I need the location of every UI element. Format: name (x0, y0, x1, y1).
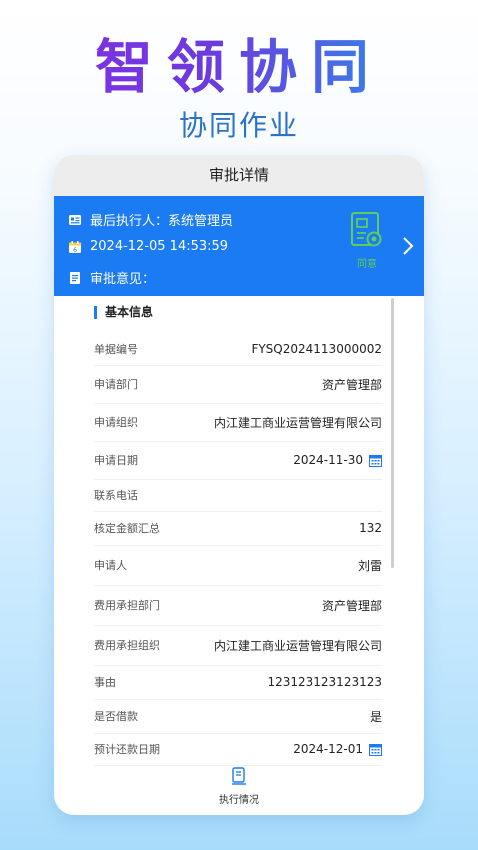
field-row-amount: 核定金额汇总 132 (94, 511, 382, 546)
field-row-reason: 事由 123123123123123 (94, 665, 382, 700)
chevron-right-icon[interactable] (402, 236, 414, 256)
calendar-icon: 6 (69, 240, 81, 254)
field-label: 事由 (94, 676, 116, 689)
datetime-row: 6 2024-12-05 14:53:59 (68, 239, 228, 254)
svg-text:6: 6 (73, 247, 77, 254)
field-row-cost-dept: 费用承担部门 资产管理部 (94, 585, 382, 626)
id-card-icon (69, 214, 81, 225)
card-header-title: 审批详情 (54, 155, 424, 196)
field-value: 123123123123123 (267, 675, 382, 689)
field-label: 申请组织 (94, 416, 138, 429)
field-value: 内江建工商业运营管理有限公司 (213, 415, 382, 430)
opinion-text: 审批意见： (90, 272, 156, 287)
datetime-text: 2024-12-05 14:53:59 (90, 239, 229, 254)
calendar-icon[interactable] (369, 454, 382, 467)
field-label: 费用承担组织 (94, 639, 160, 652)
field-value: 2024-12-01 (293, 742, 363, 756)
field-row-doc-number: 单据编号 FYSQ2024113000002 (94, 333, 382, 366)
opinion-row: 审批意见： (68, 268, 155, 287)
basic-info-section: 基本信息 单据编号 FYSQ2024113000002 申请部门 资产管理部 申… (54, 296, 424, 766)
field-value: 132 (359, 521, 382, 535)
field-value: 内江建工商业运营管理有限公司 (213, 638, 382, 653)
field-value: 资产管理部 (321, 377, 382, 392)
executor-text: 最后执行人：系统管理员 (90, 214, 234, 229)
field-row-applicant: 申请人 刘雷 (94, 545, 382, 586)
field-row-cost-org: 费用承担组织 内江建工商业运营管理有限公司 (94, 625, 382, 666)
field-row-repay-date[interactable]: 预计还款日期 2024-12-01 (94, 733, 382, 766)
approved-label: 同意 (357, 259, 377, 270)
approved-stamp-icon (351, 212, 382, 247)
document-icon (70, 271, 80, 284)
field-value: 是 (369, 709, 382, 724)
field-row-borrow: 是否借款 是 (94, 699, 382, 734)
execution-status-label: 执行情况 (219, 795, 259, 806)
section-title: 基本信息 (94, 306, 153, 319)
field-label: 费用承担部门 (94, 599, 160, 612)
field-row-dept: 申请部门 资产管理部 (94, 365, 382, 404)
field-label: 预计还款日期 (94, 743, 160, 756)
field-value-wrap: 2024-12-01 (293, 742, 382, 756)
calendar-icon[interactable] (369, 743, 382, 756)
execution-status-tab[interactable]: 执行情况 (54, 765, 424, 815)
field-label: 是否借款 (94, 710, 138, 723)
approval-status-banner[interactable]: 最后执行人：系统管理员 6 2024-12-05 14:53:59 审批意见： (54, 196, 424, 296)
field-label: 申请人 (94, 559, 127, 572)
field-value: 资产管理部 (321, 598, 382, 613)
field-value: FYSQ2024113000002 (251, 342, 382, 356)
field-row-org: 申请组织 内江建工商业运营管理有限公司 (94, 403, 382, 442)
field-value-wrap: 2024-11-30 (293, 453, 382, 467)
field-label: 申请日期 (94, 454, 138, 467)
field-label: 联系电话 (94, 489, 138, 502)
field-row-phone: 联系电话 (94, 479, 382, 512)
executor-row: 最后执行人：系统管理员 (68, 210, 233, 229)
field-label: 核定金额汇总 (94, 522, 160, 535)
approved-badge: 同意 (348, 211, 386, 270)
scrollbar[interactable] (391, 298, 394, 568)
execution-record-icon (232, 767, 246, 785)
hero-title: 智领协同 (0, 20, 478, 104)
field-value: 刘雷 (357, 558, 382, 573)
field-row-apply-date[interactable]: 申请日期 2024-11-30 (94, 441, 382, 480)
field-label: 单据编号 (94, 343, 138, 356)
approval-card: 审批详情 最后执行人：系统管理员 6 2024-12-05 14:53:59 审… (54, 155, 424, 815)
field-label: 申请部门 (94, 378, 138, 391)
hero-subtitle: 协同作业 (178, 109, 299, 142)
field-value: 2024-11-30 (293, 453, 363, 467)
